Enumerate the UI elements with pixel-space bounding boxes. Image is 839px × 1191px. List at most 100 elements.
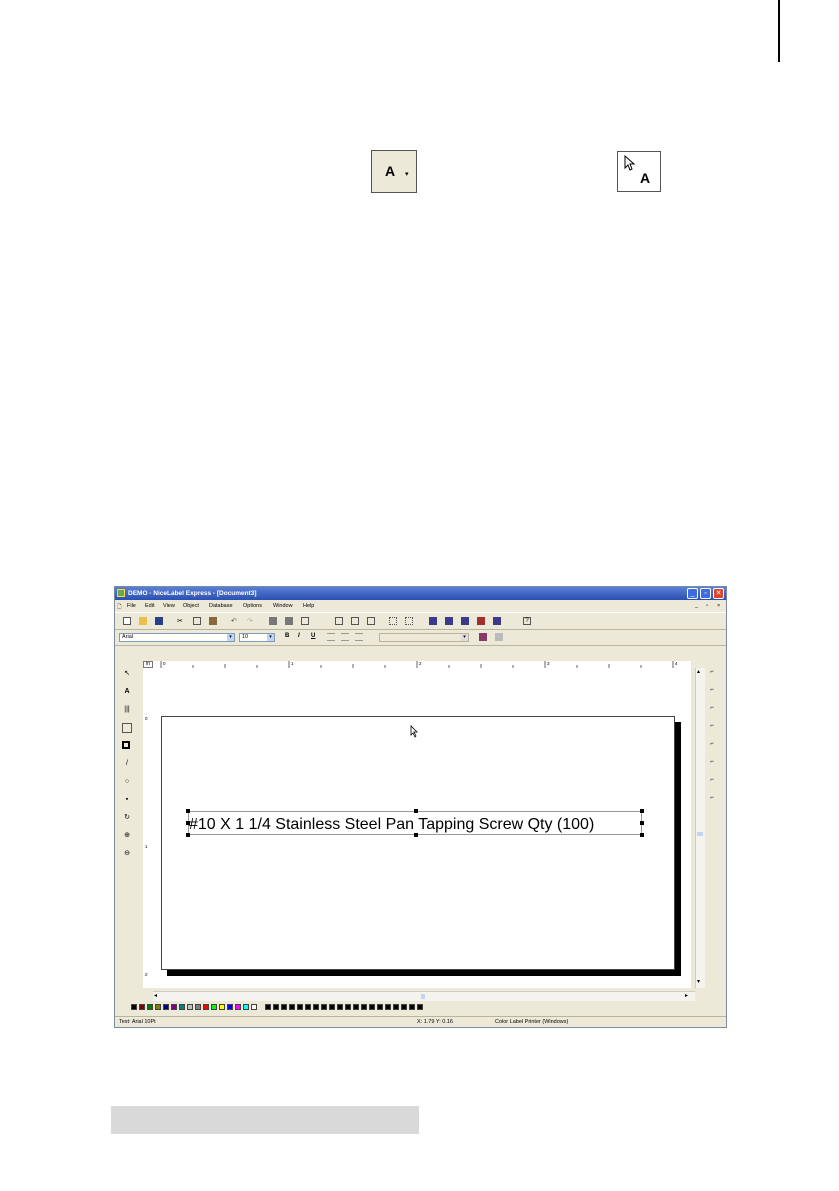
vertical-scroll-thumb[interactable] bbox=[697, 832, 703, 836]
send-back-icon[interactable] bbox=[493, 617, 501, 625]
zoom-out-icon[interactable] bbox=[367, 617, 375, 625]
rotate-icon[interactable]: ↻ bbox=[122, 813, 132, 823]
mdi-minimize-icon[interactable]: _ bbox=[695, 603, 698, 609]
color-swatch[interactable] bbox=[163, 1004, 169, 1010]
color-swatch[interactable] bbox=[219, 1004, 225, 1010]
color-swatch[interactable] bbox=[179, 1004, 185, 1010]
print-setup-icon[interactable] bbox=[285, 617, 293, 625]
print-icon[interactable] bbox=[269, 617, 277, 625]
grid-icon[interactable] bbox=[389, 617, 397, 625]
scroll-up-icon[interactable]: ▴ bbox=[697, 668, 700, 675]
line-icon[interactable]: / bbox=[122, 759, 132, 769]
snap-icon[interactable] bbox=[405, 617, 413, 625]
copy-icon[interactable] bbox=[193, 617, 201, 625]
design-canvas[interactable]: #10 X 1 1/4 Stainless Steel Pan Tapping … bbox=[153, 668, 691, 988]
color-swatch[interactable] bbox=[203, 1004, 209, 1010]
underline-button[interactable]: U bbox=[311, 633, 315, 639]
color-swatch[interactable] bbox=[187, 1004, 193, 1010]
vertical-scrollbar[interactable]: ▴ ▾ bbox=[695, 668, 705, 988]
ruler-units[interactable]: in bbox=[143, 661, 153, 668]
color-swatch[interactable] bbox=[385, 1004, 391, 1010]
scroll-right-icon[interactable]: ▸ bbox=[685, 992, 688, 999]
print-preview-icon[interactable] bbox=[301, 617, 309, 625]
resize-handle[interactable] bbox=[414, 809, 418, 813]
resize-handle[interactable] bbox=[186, 833, 190, 837]
inverse-icon[interactable]: ▪ bbox=[122, 795, 132, 805]
color-swatch[interactable] bbox=[305, 1004, 311, 1010]
align-right-icon[interactable] bbox=[355, 633, 363, 641]
color-swatch[interactable] bbox=[337, 1004, 343, 1010]
align-left-edges-icon[interactable]: ⌐ bbox=[707, 669, 717, 679]
bold-button[interactable]: B bbox=[285, 633, 289, 639]
color-swatch[interactable] bbox=[369, 1004, 375, 1010]
color-swatch[interactable] bbox=[353, 1004, 359, 1010]
color-swatch[interactable] bbox=[171, 1004, 177, 1010]
menu-window[interactable]: Window bbox=[273, 603, 293, 609]
color-swatch[interactable] bbox=[131, 1004, 137, 1010]
mdi-restore-icon[interactable]: ▫ bbox=[706, 603, 708, 609]
cut-icon[interactable]: ✂ bbox=[177, 617, 185, 625]
undo-icon[interactable]: ↶ bbox=[231, 617, 239, 625]
color-swatch[interactable] bbox=[401, 1004, 407, 1010]
bring-front-icon[interactable] bbox=[477, 617, 485, 625]
align-center-icon[interactable] bbox=[341, 633, 349, 641]
color-swatch[interactable] bbox=[243, 1004, 249, 1010]
save-icon[interactable] bbox=[155, 617, 163, 625]
same-size-icon[interactable]: ⌐ bbox=[707, 795, 717, 805]
close-button[interactable]: ✕ bbox=[713, 588, 724, 599]
zoom-in-icon[interactable] bbox=[351, 617, 359, 625]
color-swatch[interactable] bbox=[329, 1004, 335, 1010]
help-icon[interactable]: ? bbox=[523, 617, 531, 625]
font-size-select[interactable]: 10 ▾ bbox=[239, 633, 275, 642]
text-tool-button[interactable]: A ▾ bbox=[371, 150, 417, 193]
color-swatch[interactable] bbox=[235, 1004, 241, 1010]
color-swatch[interactable] bbox=[409, 1004, 415, 1010]
text-icon[interactable]: A bbox=[122, 687, 132, 697]
color-swatch[interactable] bbox=[297, 1004, 303, 1010]
database-icon[interactable] bbox=[495, 633, 503, 641]
scroll-down-icon[interactable]: ▾ bbox=[697, 978, 700, 985]
menu-help[interactable]: Help bbox=[303, 603, 314, 609]
resize-handle[interactable] bbox=[414, 833, 418, 837]
align-right-edges-icon[interactable]: ⌐ bbox=[707, 705, 717, 715]
align-bottom-icon[interactable] bbox=[461, 617, 469, 625]
color-swatch[interactable] bbox=[321, 1004, 327, 1010]
color-swatch[interactable] bbox=[273, 1004, 279, 1010]
scroll-left-icon[interactable]: ◂ bbox=[154, 992, 157, 999]
color-swatch[interactable] bbox=[345, 1004, 351, 1010]
barcode-icon[interactable]: ||| bbox=[122, 705, 132, 715]
selected-text-object[interactable]: #10 X 1 1/4 Stainless Steel Pan Tapping … bbox=[188, 811, 642, 835]
menu-file[interactable]: File bbox=[127, 603, 136, 609]
zoom-label-icon[interactable] bbox=[335, 617, 343, 625]
resize-handle[interactable] bbox=[186, 809, 190, 813]
color-swatch[interactable] bbox=[393, 1004, 399, 1010]
align-bottoms-icon[interactable]: ⌐ bbox=[707, 759, 717, 769]
minimize-button[interactable]: _ bbox=[687, 588, 698, 599]
menu-object[interactable]: Object bbox=[183, 603, 199, 609]
pointer-icon[interactable]: ↖ bbox=[122, 669, 132, 679]
resize-handle[interactable] bbox=[640, 821, 644, 825]
color-swatch[interactable] bbox=[281, 1004, 287, 1010]
label-surface[interactable]: #10 X 1 1/4 Stainless Steel Pan Tapping … bbox=[161, 716, 675, 970]
align-middles-icon[interactable]: ⌐ bbox=[707, 741, 717, 751]
rectangle-icon[interactable] bbox=[122, 741, 130, 749]
color-swatch[interactable] bbox=[195, 1004, 201, 1010]
resize-handle[interactable] bbox=[186, 821, 190, 825]
color-swatch[interactable] bbox=[155, 1004, 161, 1010]
menu-options[interactable]: Options bbox=[243, 603, 262, 609]
mdi-close-icon[interactable]: × bbox=[717, 603, 720, 609]
color-swatch[interactable] bbox=[361, 1004, 367, 1010]
color-swatch[interactable] bbox=[147, 1004, 153, 1010]
color-swatch[interactable] bbox=[211, 1004, 217, 1010]
space-evenly-icon[interactable]: ⌐ bbox=[707, 777, 717, 787]
color-swatch[interactable] bbox=[377, 1004, 383, 1010]
new-icon[interactable] bbox=[123, 617, 131, 625]
color-swatch[interactable] bbox=[289, 1004, 295, 1010]
color-swatch[interactable] bbox=[227, 1004, 233, 1010]
align-top-icon[interactable] bbox=[429, 617, 437, 625]
redo-icon[interactable]: ↷ bbox=[247, 617, 255, 625]
menu-edit[interactable]: Edit bbox=[145, 603, 154, 609]
ellipse-icon[interactable]: ○ bbox=[122, 777, 132, 787]
variable-select[interactable]: ▾ bbox=[379, 633, 469, 642]
color-swatch[interactable] bbox=[313, 1004, 319, 1010]
